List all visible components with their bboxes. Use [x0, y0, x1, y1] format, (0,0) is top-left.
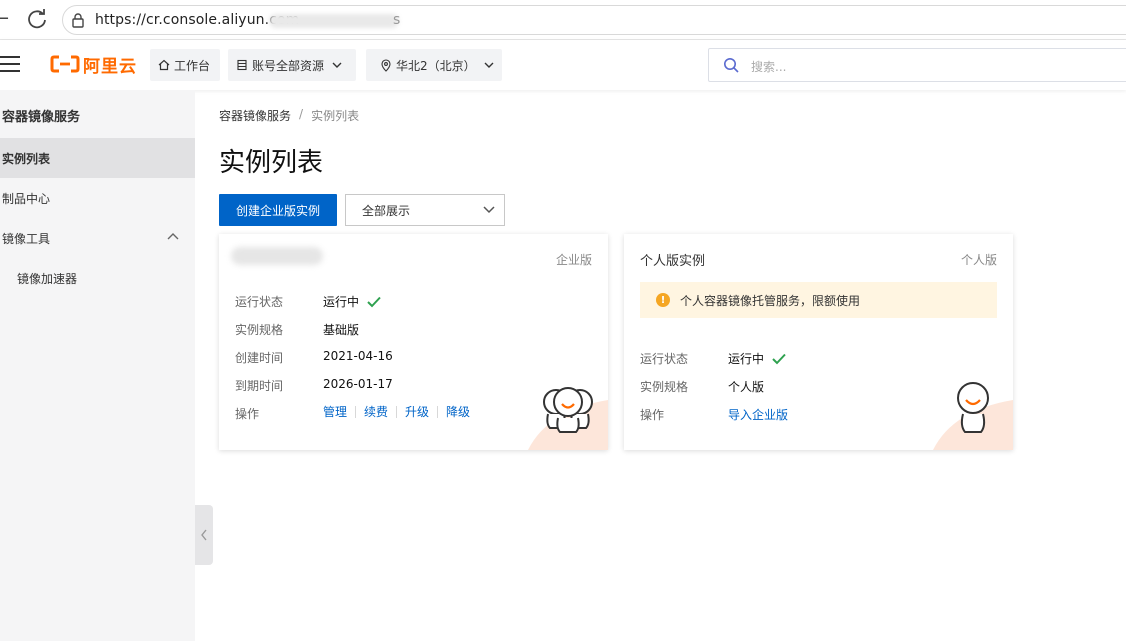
region-dropdown[interactable]: 华北2（北京）	[366, 49, 502, 81]
check-icon	[772, 353, 786, 364]
sidebar: 容器镜像服务 实例列表 制品中心 镜像工具 镜像加速器	[0, 90, 195, 641]
chevron-down-icon	[332, 62, 342, 68]
aliyun-logo-mark-icon	[50, 55, 80, 73]
search-placeholder: 搜索...	[751, 60, 787, 74]
workbench-label: 工作台	[174, 58, 211, 73]
spec-label: 实例规格	[235, 323, 284, 337]
check-icon	[367, 296, 381, 307]
address-bar[interactable]: https://cr.console.aliyun.com s	[62, 5, 1126, 35]
warning-icon: !	[656, 293, 670, 307]
reload-icon[interactable]	[26, 8, 48, 30]
expiry-label: 到期时间	[235, 379, 284, 393]
ops-label: 操作	[640, 408, 665, 422]
spec-label: 实例规格	[640, 380, 689, 394]
breadcrumb-separator: /	[299, 107, 304, 121]
spec-value: 个人版	[728, 380, 765, 394]
ops-label: 操作	[235, 407, 260, 421]
status-label: 运行状态	[235, 295, 284, 309]
ops-links: 管理 续费 升级 降级	[323, 406, 478, 418]
region-label: 华北2（北京）	[396, 58, 476, 73]
sidebar-collapse-handle[interactable]	[195, 505, 213, 565]
location-pin-icon	[381, 58, 391, 72]
status-label: 运行状态	[640, 352, 689, 366]
sidebar-item-label: 实例列表	[2, 151, 51, 166]
sidebar-item-label: 镜像工具	[2, 231, 51, 246]
card-title[interactable]: 个人版实例	[640, 250, 705, 269]
aliyun-logo[interactable]: 阿里云	[50, 52, 137, 77]
sidebar-item-label: 制品中心	[2, 191, 51, 206]
instance-name-redacted[interactable]	[231, 247, 323, 265]
page-title: 实例列表	[219, 148, 324, 178]
list-icon	[237, 59, 247, 71]
sidebar-item-artifact-center[interactable]: 制品中心	[0, 178, 195, 218]
status-value: 运行中	[323, 293, 381, 310]
sidebar-item-label: 镜像加速器	[17, 271, 78, 286]
hamburger-menu-icon[interactable]	[0, 56, 20, 72]
import-enterprise-link[interactable]: 导入企业版	[728, 406, 788, 423]
workbench-button[interactable]: 工作台	[150, 49, 220, 81]
browser-toolbar: ← https://cr.console.aliyun.com s	[0, 0, 1126, 40]
back-arrow-icon[interactable]: ←	[0, 8, 9, 29]
instance-filter-select[interactable]: 全部展示	[345, 194, 505, 226]
breadcrumb-current: 实例列表	[311, 109, 360, 123]
chevron-up-icon	[167, 233, 179, 240]
url-tail: s	[393, 12, 401, 28]
sidebar-title: 容器镜像服务	[2, 110, 81, 125]
spec-value: 基础版	[323, 323, 360, 337]
expiry-value: 2026-01-17	[323, 377, 393, 391]
downgrade-link[interactable]: 降级	[437, 406, 478, 418]
sidebar-item-image-accelerator[interactable]: 镜像加速器	[0, 258, 195, 298]
created-label: 创建时间	[235, 351, 284, 365]
account-resources-label: 账号全部资源	[252, 58, 325, 73]
create-enterprise-instance-button[interactable]: 创建企业版实例	[219, 194, 337, 226]
edition-tag: 企业版	[555, 253, 592, 267]
personal-instance-card: 个人版实例 个人版 ! 个人容器镜像托管服务，限额使用 运行状态 运行中 实例规…	[624, 234, 1013, 450]
quota-notice: ! 个人容器镜像托管服务，限额使用	[640, 282, 997, 318]
sidebar-item-instances[interactable]: 实例列表	[0, 138, 195, 178]
console-topbar: 阿里云 工作台 账号全部资源 华北2（北京） 搜索...	[0, 40, 1126, 90]
breadcrumb: 容器镜像服务 / 实例列表	[219, 107, 359, 124]
search-input[interactable]: 搜索...	[708, 48, 1126, 82]
status-text: 运行中	[323, 295, 360, 309]
logo-text: 阿里云	[83, 56, 137, 77]
chevron-left-icon	[201, 529, 207, 541]
search-icon	[724, 58, 739, 73]
notice-text: 个人容器镜像托管服务，限额使用	[680, 293, 861, 308]
chevron-down-icon	[483, 206, 495, 214]
created-value: 2021-04-16	[323, 349, 393, 363]
breadcrumb-item[interactable]: 容器镜像服务	[219, 107, 291, 124]
account-resources-dropdown[interactable]: 账号全部资源	[228, 49, 356, 81]
home-icon	[158, 59, 170, 71]
enterprise-users-illustration-icon	[528, 387, 608, 450]
sidebar-item-image-tools[interactable]: 镜像工具	[0, 218, 195, 258]
manage-link[interactable]: 管理	[323, 406, 355, 418]
chevron-down-icon	[484, 62, 494, 68]
status-value: 运行中	[728, 350, 786, 367]
enterprise-instance-card: 企业版 运行状态 运行中 实例规格 基础版 创建时间 2021-04-16 到期…	[219, 234, 608, 450]
select-value: 全部展示	[362, 203, 411, 218]
edition-tag: 个人版	[960, 253, 997, 267]
status-text: 运行中	[728, 352, 765, 366]
personal-user-illustration-icon	[933, 382, 1013, 450]
url-redacted	[269, 14, 399, 28]
renew-link[interactable]: 续费	[355, 406, 396, 418]
upgrade-link[interactable]: 升级	[396, 406, 437, 418]
lock-icon	[72, 13, 84, 28]
